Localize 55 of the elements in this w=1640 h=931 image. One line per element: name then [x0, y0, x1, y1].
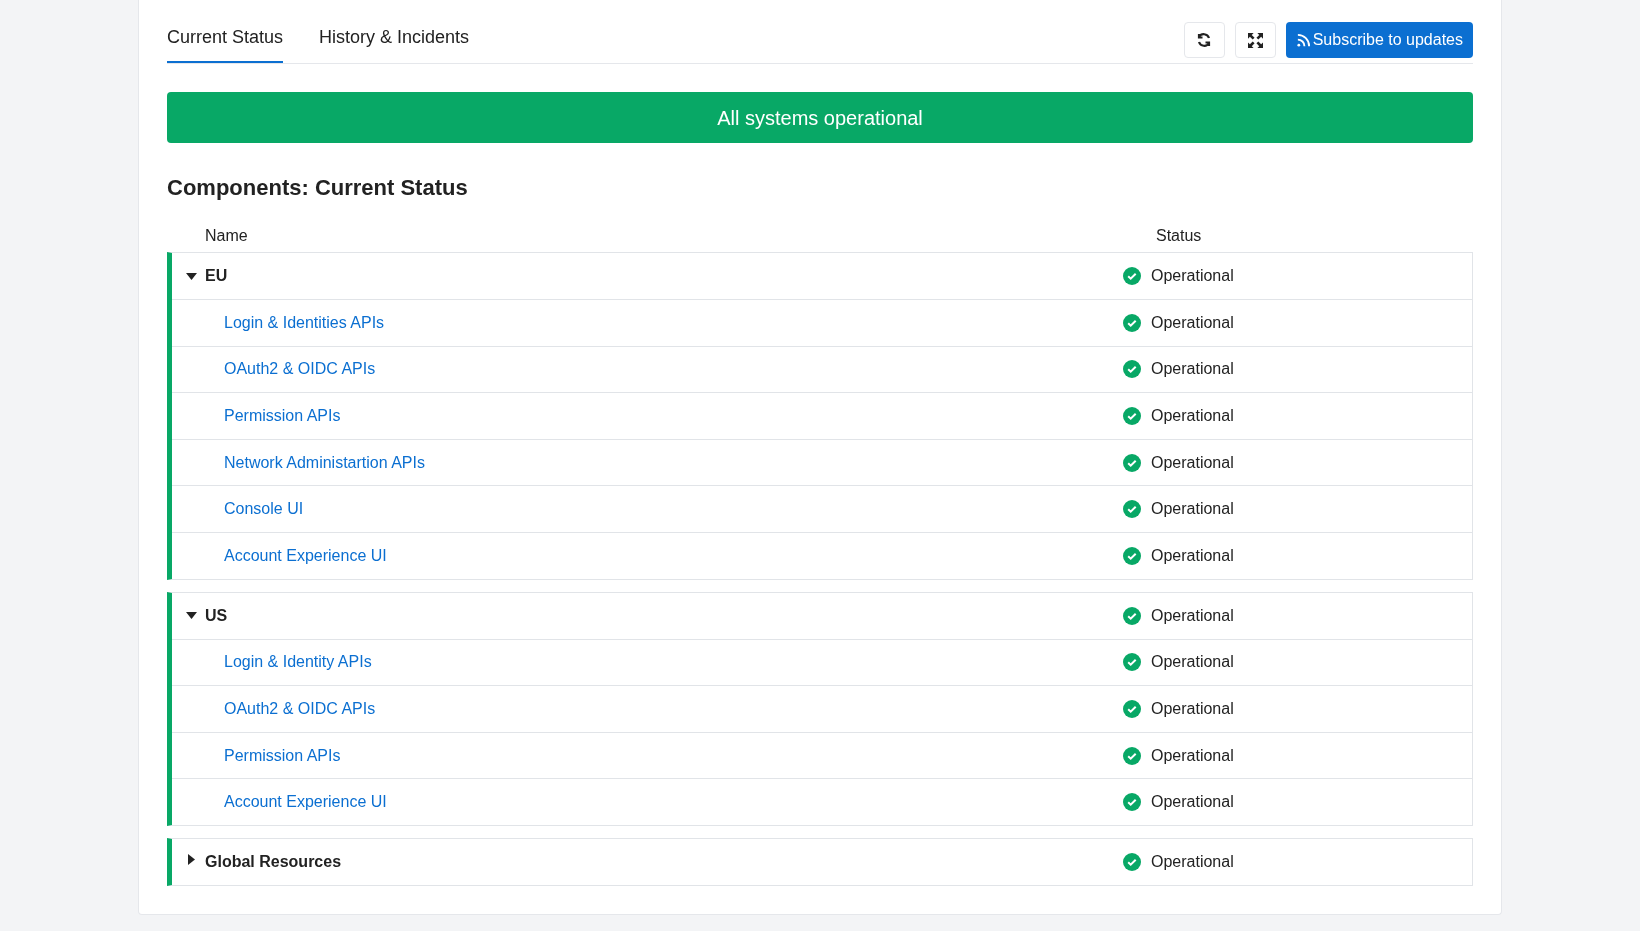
tab[interactable]: Current Status — [167, 23, 284, 63]
status-text: Operational — [1151, 605, 1234, 626]
component-link[interactable]: Permission APIs — [224, 404, 1123, 428]
status-banner: All systems operational — [167, 92, 1473, 143]
check-circle-icon — [1123, 606, 1141, 625]
component-link[interactable]: Network Administartion APIs — [224, 450, 1123, 475]
status-text: Operational — [1151, 745, 1234, 766]
component-link[interactable]: Account Experience UI — [224, 543, 1123, 568]
check-circle-icon — [1123, 546, 1141, 565]
check-circle-icon — [1123, 360, 1141, 379]
column-header: Name — [205, 226, 249, 246]
check-circle-icon — [1123, 746, 1141, 765]
check-circle-icon — [1123, 267, 1141, 285]
component-link[interactable]: OAuth2 & OIDC APIs — [224, 696, 1123, 721]
refresh-icon — [1196, 32, 1213, 48]
check-circle-icon — [1123, 500, 1141, 519]
caret-down-icon — [186, 272, 197, 280]
component-link[interactable]: Console UI — [224, 497, 1123, 522]
status-text: Operational — [1151, 452, 1234, 473]
tab[interactable]: History & Incidents — [319, 23, 470, 63]
component-link[interactable]: Login & Identities APIs — [224, 310, 1123, 335]
expand-icon — [1247, 32, 1263, 48]
component-link[interactable]: Account Experience UI — [224, 790, 1123, 815]
group-toggle[interactable]: US — [186, 603, 1123, 628]
fullscreen-button[interactable] — [1234, 22, 1276, 58]
component-link[interactable]: Login & Identity APIs — [224, 650, 1123, 675]
status-text: Operational — [1151, 406, 1234, 426]
check-circle-icon — [1123, 407, 1141, 425]
check-circle-icon — [1123, 653, 1141, 672]
status-text: Operational — [1151, 652, 1234, 673]
check-circle-icon — [1123, 699, 1141, 718]
check-circle-icon — [1123, 793, 1141, 812]
status-text: Operational — [1151, 698, 1234, 719]
group-toggle[interactable]: Global Resources — [186, 849, 1123, 874]
status-text: Operational — [1151, 266, 1234, 286]
status-text: Operational — [1151, 792, 1234, 813]
check-circle-icon — [1123, 313, 1141, 332]
component-link[interactable]: OAuth2 & OIDC APIs — [224, 357, 1123, 382]
component-link[interactable]: Permission APIs — [224, 743, 1123, 768]
check-circle-icon — [1123, 453, 1141, 472]
group-toggle[interactable]: EU — [186, 264, 1123, 288]
subscribe-label: Subscribe to updates — [1312, 30, 1463, 50]
refresh-button[interactable] — [1183, 22, 1225, 58]
status-text: Operational — [1151, 312, 1234, 333]
section-heading: Components: Current Status — [167, 174, 469, 202]
column-header: Status — [1156, 226, 1202, 246]
caret-right-icon — [188, 854, 195, 866]
caret-down-icon — [186, 612, 197, 620]
status-text: Operational — [1151, 359, 1234, 380]
status-text: Operational — [1151, 545, 1234, 566]
status-text: Operational — [1151, 499, 1234, 520]
status-text: Operational — [1151, 851, 1234, 872]
subscribe-button[interactable]: Subscribe to updates — [1285, 22, 1473, 58]
check-circle-icon — [1123, 852, 1141, 871]
rss-icon — [1295, 32, 1311, 48]
